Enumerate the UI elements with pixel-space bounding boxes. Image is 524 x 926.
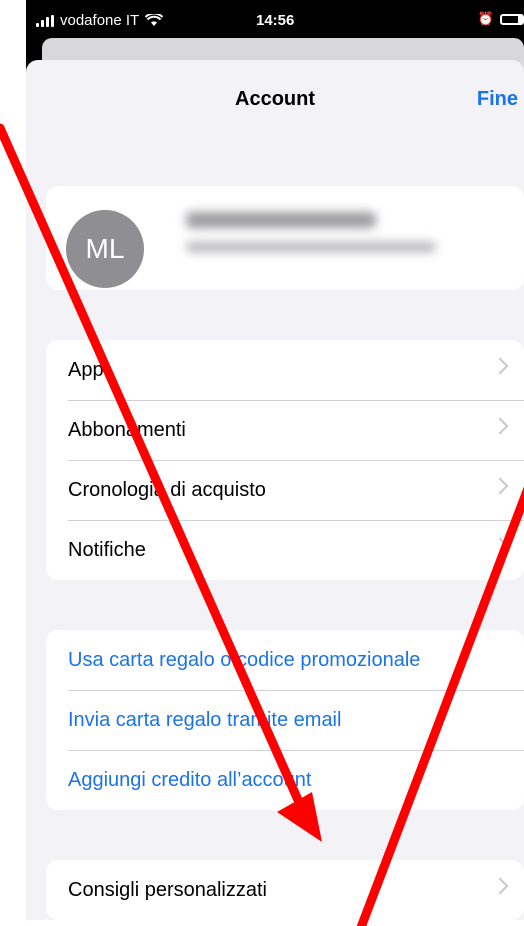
wifi-icon bbox=[145, 14, 164, 26]
status-right: ⏰ bbox=[478, 11, 524, 27]
chevron-right-icon bbox=[491, 477, 509, 495]
page-title: Account bbox=[235, 88, 315, 110]
menu-item-label: Notifiche bbox=[68, 538, 146, 561]
redeem-gift-card-link[interactable]: Usa carta regalo o codice promozionale bbox=[46, 630, 524, 690]
done-button[interactable]: Fine bbox=[477, 88, 518, 111]
menu-item-label: Abbonamenti bbox=[68, 418, 186, 441]
send-gift-card-link[interactable]: Invia carta regalo tramite email bbox=[46, 690, 524, 750]
menu-item-label: Cronologia di acquisto bbox=[68, 478, 266, 501]
status-time: 14:56 bbox=[256, 12, 295, 29]
menu-item-label: App bbox=[68, 358, 104, 381]
main-menu-group: App Abbonamenti Cronologia di acquisto N… bbox=[46, 340, 524, 580]
status-bar: vodafone IT 14:56 ⏰ bbox=[26, 0, 524, 40]
menu-item-label: Consigli personalizzati bbox=[68, 878, 267, 901]
extra-menu-group: Consigli personalizzati bbox=[46, 860, 524, 920]
signal-icon bbox=[36, 14, 54, 27]
chevron-right-icon bbox=[491, 877, 509, 895]
avatar: ML bbox=[66, 210, 144, 288]
carrier-info: vodafone IT bbox=[36, 12, 164, 29]
chevron-right-icon bbox=[491, 537, 509, 555]
battery-icon bbox=[500, 13, 524, 25]
menu-item-cronologia[interactable]: Cronologia di acquisto bbox=[46, 460, 524, 520]
menu-item-notifiche[interactable]: Notifiche bbox=[46, 520, 524, 580]
menu-item-app[interactable]: App bbox=[46, 340, 524, 400]
chevron-right-icon bbox=[491, 417, 509, 435]
account-sheet: Account Fine ML App Abbonamenti Cronolog… bbox=[26, 60, 524, 920]
add-credit-link[interactable]: Aggiungi credito all’account bbox=[46, 750, 524, 810]
chevron-right-icon bbox=[491, 357, 509, 375]
gift-menu-group: Usa carta regalo o codice promozionale I… bbox=[46, 630, 524, 810]
menu-item-consigli[interactable]: Consigli personalizzati bbox=[46, 860, 524, 920]
carrier-name: vodafone IT bbox=[60, 12, 140, 29]
profile-card[interactable]: ML bbox=[46, 186, 524, 290]
alarm-icon: ⏰ bbox=[477, 11, 494, 26]
menu-item-abbonamenti[interactable]: Abbonamenti bbox=[46, 400, 524, 460]
profile-email-redacted bbox=[186, 242, 436, 252]
profile-name-redacted bbox=[186, 212, 376, 228]
phone-screen: vodafone IT 14:56 ⏰ Account Fine ML App … bbox=[26, 0, 524, 920]
